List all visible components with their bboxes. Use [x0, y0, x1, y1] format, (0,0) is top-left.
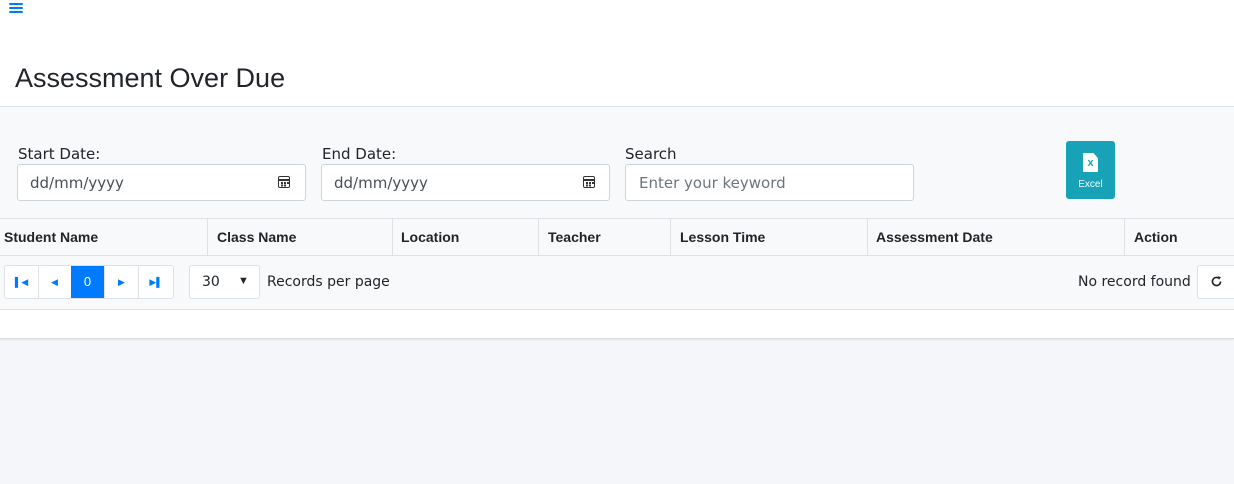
calendar-icon[interactable] — [278, 176, 290, 188]
pagination-bar: ▌◀ ◀ 0 ▶ ▶▌ 30 ▼ Records per page No rec… — [0, 256, 1234, 310]
end-date-input[interactable]: dd/mm/yyyy — [321, 164, 610, 201]
refresh-icon — [1211, 276, 1222, 287]
column-header-class-name[interactable]: Class Name — [207, 219, 392, 255]
end-date-value: dd/mm/yyyy — [334, 174, 428, 192]
excel-button-label: Excel — [1078, 179, 1103, 190]
start-date-input[interactable]: dd/mm/yyyy — [17, 164, 306, 201]
card-body: Start Date: dd/mm/yyyy End Date: dd/mm/y… — [0, 107, 1234, 338]
column-header-location[interactable]: Location — [392, 219, 538, 255]
top-navbar — [0, 0, 1234, 40]
column-header-assessment-date[interactable]: Assessment Date — [867, 219, 1124, 255]
current-page-button[interactable]: 0 — [71, 266, 105, 298]
search-label: Search — [625, 145, 677, 163]
record-status: No record found — [1078, 274, 1191, 290]
records-per-page-value: 30 — [202, 274, 220, 290]
pager: ▌◀ ◀ 0 ▶ ▶▌ — [4, 265, 174, 299]
calendar-icon[interactable] — [583, 176, 595, 188]
next-page-icon[interactable]: ▶ — [105, 266, 139, 298]
main-card: Assessment Over Due Start Date: dd/mm/yy… — [0, 39, 1234, 339]
column-header-teacher[interactable]: Teacher — [538, 219, 670, 255]
search-input[interactable]: Enter your keyword — [625, 164, 914, 201]
caret-down-icon: ▼ — [238, 275, 249, 287]
records-per-page-label: Records per page — [267, 274, 390, 290]
column-header-lesson-time[interactable]: Lesson Time — [670, 219, 867, 255]
records-per-page-select[interactable]: 30 ▼ — [189, 265, 260, 299]
card-header: Assessment Over Due — [0, 39, 1234, 107]
first-page-icon[interactable]: ▌◀ — [5, 266, 39, 298]
prev-page-icon[interactable]: ◀ — [38, 266, 72, 298]
last-page-icon[interactable]: ▶▌ — [139, 266, 173, 298]
start-date-label: Start Date: — [18, 145, 101, 163]
page-title: Assessment Over Due — [15, 63, 286, 93]
refresh-button[interactable] — [1197, 265, 1234, 299]
excel-export-button[interactable]: x Excel — [1066, 141, 1115, 199]
start-date-value: dd/mm/yyyy — [30, 174, 124, 192]
hamburger-icon[interactable] — [9, 3, 23, 13]
column-header-action: Action — [1124, 219, 1234, 255]
table-header: Student Name Class Name Location Teacher… — [0, 218, 1234, 256]
end-date-label: End Date: — [322, 145, 397, 163]
table-body-empty — [0, 310, 1234, 338]
column-header-student-name[interactable]: Student Name — [0, 219, 207, 255]
search-placeholder: Enter your keyword — [639, 174, 786, 192]
